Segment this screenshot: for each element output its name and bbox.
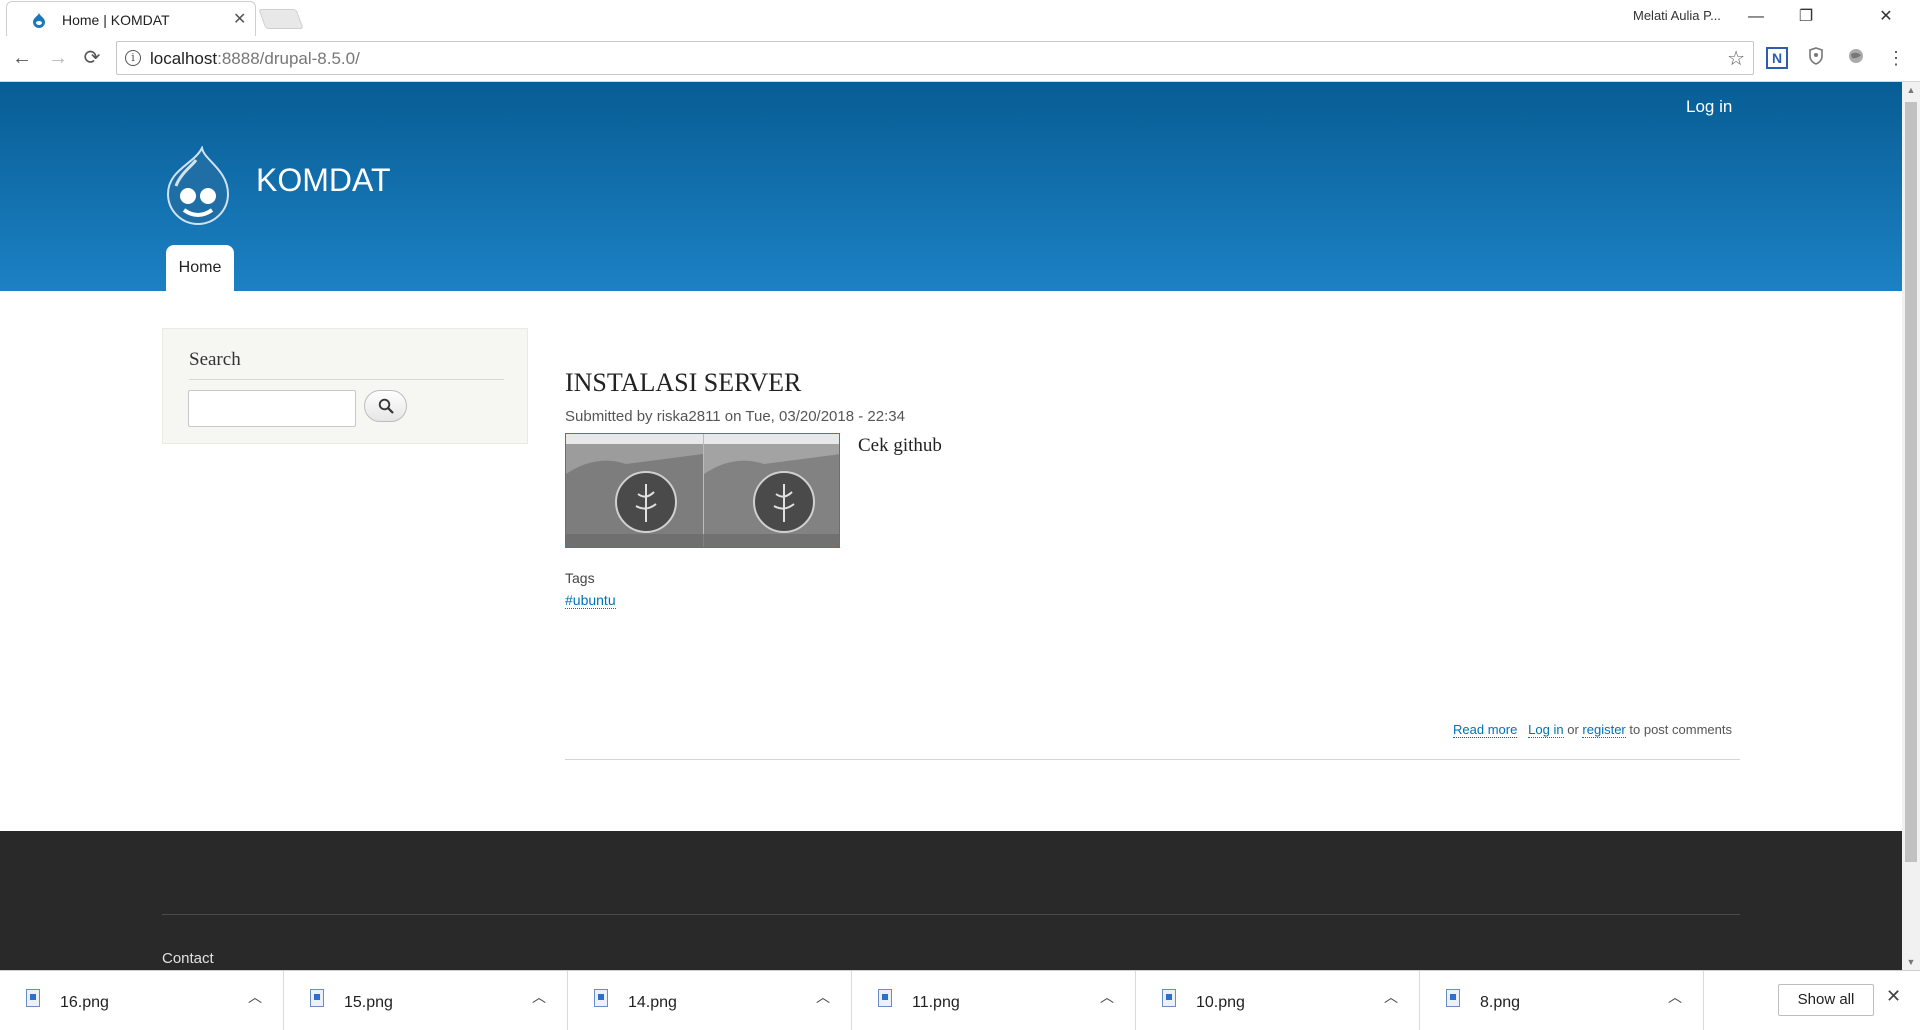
search-block: Search [162, 328, 528, 444]
page-viewport: Log in KOMDAT Home Search INSTALASI SERV… [0, 82, 1902, 970]
globe-extension-icon[interactable] [1845, 47, 1867, 69]
drupal-logo-icon[interactable] [162, 146, 234, 226]
info-icon[interactable]: i [125, 50, 141, 66]
site-footer: Contact [0, 831, 1902, 970]
search-block-title: Search [189, 349, 504, 380]
footer-contact-link[interactable]: Contact [162, 950, 214, 967]
download-filename: 15.png [344, 994, 393, 1011]
download-item[interactable]: 16.png ︿ [0, 971, 284, 1030]
post-comments-text: to post comments [1629, 722, 1732, 737]
article-thumbnail-image[interactable] [565, 433, 840, 548]
article-submitted: Submitted by riska2811 on Tue, 03/20/201… [565, 408, 905, 425]
download-filename: 11.png [912, 994, 960, 1011]
or-text: or [1567, 722, 1579, 737]
downloads-close-icon[interactable]: ✕ [1886, 986, 1901, 1007]
new-tab-button[interactable] [258, 9, 304, 29]
profile-name[interactable]: Melati Aulia P... [1633, 8, 1721, 23]
browser-tab-active[interactable]: Home | KOMDAT ✕ [6, 1, 256, 36]
image-file-icon [1162, 989, 1176, 1007]
read-more-link[interactable]: Read more [1453, 722, 1518, 738]
shield-extension-icon[interactable] [1805, 47, 1827, 69]
chevron-up-icon[interactable]: ︿ [248, 987, 262, 1007]
reload-icon[interactable]: ⟳ [80, 46, 104, 70]
chevron-up-icon[interactable]: ︿ [1384, 987, 1398, 1007]
article-divider [565, 759, 1740, 760]
nav-tab-home[interactable]: Home [166, 245, 234, 291]
window-close-icon[interactable]: ✕ [1864, 4, 1908, 30]
footer-divider [162, 914, 1740, 915]
scroll-up-arrow-icon[interactable]: ▲ [1902, 82, 1920, 98]
scroll-thumb[interactable] [1905, 102, 1917, 862]
comment-login-link[interactable]: Log in [1528, 722, 1564, 738]
restore-icon[interactable]: ❐ [1784, 4, 1828, 30]
chevron-up-icon[interactable]: ︿ [1668, 987, 1682, 1007]
image-file-icon [1446, 989, 1460, 1007]
url-host: localhost [150, 49, 218, 68]
show-all-downloads-button[interactable]: Show all [1778, 984, 1874, 1016]
drupal-favicon-icon [33, 13, 45, 28]
browser-toolbar: ← → ⟳ i localhost:8888/drupal-8.5.0/ ☆ N… [0, 36, 1920, 82]
url-path: :8888/drupal-8.5.0/ [217, 49, 360, 68]
page-scrollbar[interactable]: ▲ ▼ [1902, 82, 1920, 970]
address-bar[interactable]: i localhost:8888/drupal-8.5.0/ ☆ [116, 41, 1754, 75]
tab-title: Home | KOMDAT [62, 12, 170, 28]
article-links: Read more Log in or register to post com… [1453, 722, 1732, 738]
extension-n-icon[interactable]: N [1766, 47, 1788, 69]
image-file-icon [310, 989, 324, 1007]
download-item[interactable]: 14.png ︿ [568, 971, 852, 1030]
site-header: Log in KOMDAT Home [0, 82, 1902, 291]
address-url: localhost:8888/drupal-8.5.0/ [150, 49, 360, 69]
download-filename: 16.png [60, 994, 109, 1011]
site-name[interactable]: KOMDAT [256, 162, 391, 199]
chevron-up-icon[interactable]: ︿ [1100, 987, 1114, 1007]
image-file-icon [26, 989, 40, 1007]
download-item[interactable]: 10.png ︿ [1136, 971, 1420, 1030]
download-filename: 14.png [628, 994, 677, 1011]
download-item[interactable]: 15.png ︿ [284, 971, 568, 1030]
search-input[interactable] [188, 390, 356, 427]
tab-strip: Home | KOMDAT ✕ Melati Aulia P... — ❐ ✕ [0, 0, 1920, 36]
menu-kebab-icon[interactable]: ⋮ [1885, 47, 1907, 69]
article-body: Cek github [858, 435, 942, 456]
header-login-link[interactable]: Log in [1686, 97, 1732, 117]
search-button[interactable] [364, 390, 407, 422]
forward-arrow-icon[interactable]: → [46, 46, 70, 70]
chevron-up-icon[interactable]: ︿ [816, 987, 830, 1007]
tags-label: Tags [565, 570, 595, 586]
scroll-down-arrow-icon[interactable]: ▼ [1902, 954, 1920, 970]
back-arrow-icon[interactable]: ← [10, 46, 34, 70]
image-file-icon [878, 989, 892, 1007]
download-item[interactable]: 11.png ︿ [852, 971, 1136, 1030]
chevron-up-icon[interactable]: ︿ [532, 987, 546, 1007]
tag-link-ubuntu[interactable]: #ubuntu [565, 592, 616, 609]
image-file-icon [594, 989, 608, 1007]
download-filename: 8.png [1480, 994, 1521, 1011]
download-item[interactable]: 8.png ︿ [1420, 971, 1704, 1030]
register-link[interactable]: register [1582, 722, 1626, 738]
downloads-shelf: 16.png ︿ 15.png ︿ 14.png ︿ 11.png ︿ 10.p… [0, 970, 1920, 1030]
download-filename: 10.png [1196, 994, 1245, 1011]
bookmark-star-icon[interactable]: ☆ [1727, 46, 1745, 71]
search-icon [378, 398, 394, 414]
tab-close-icon[interactable]: ✕ [233, 9, 246, 29]
minimize-icon[interactable]: — [1734, 4, 1778, 30]
article-title[interactable]: INSTALASI SERVER [565, 368, 801, 398]
